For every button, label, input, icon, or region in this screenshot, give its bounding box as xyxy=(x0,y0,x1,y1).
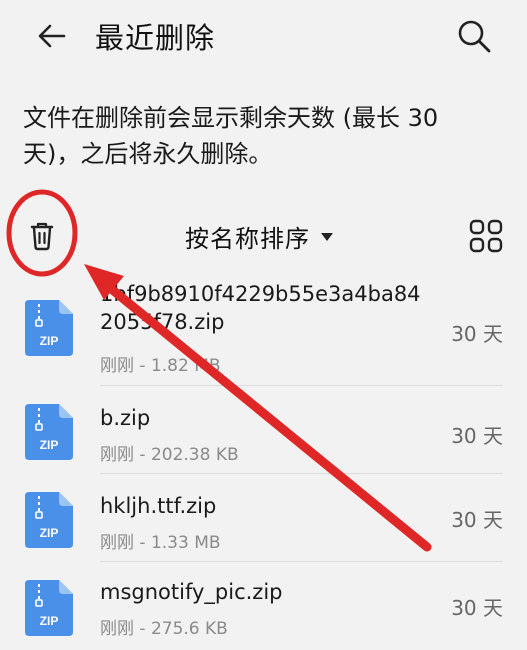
back-arrow-icon xyxy=(38,24,66,48)
list-toolbar: 按名称排序 xyxy=(0,200,527,272)
zip-file-icon: ZIP xyxy=(25,492,73,548)
file-row[interactable]: ZIP 1bf9b8910f4229b55e3a4ba842055f78.zip… xyxy=(0,276,527,386)
days-remaining: 30 天 xyxy=(451,424,503,448)
zip-file-icon: ZIP xyxy=(25,404,73,460)
file-name: b.zip xyxy=(100,406,151,430)
caret-down-icon xyxy=(321,233,333,241)
recently-deleted-screen: { "header": { "title": "最近删除", "back_ico… xyxy=(0,0,527,650)
file-type-label: ZIP xyxy=(40,614,59,628)
file-meta: 刚刚 - 1.33 MB xyxy=(100,533,221,553)
file-meta: 刚刚 - 202.38 KB xyxy=(100,445,239,465)
grid-view-icon xyxy=(469,219,503,253)
file-name: msgnotify_pic.zip xyxy=(100,580,283,604)
trash-icon xyxy=(30,222,54,251)
file-type-label: ZIP xyxy=(40,526,59,540)
back-button[interactable] xyxy=(30,14,74,58)
file-row[interactable]: ZIP hkljh.ttf.zip 刚刚 - 1.33 MB 30 天 xyxy=(0,474,527,562)
file-type-label: ZIP xyxy=(40,334,59,348)
page-title: 最近删除 xyxy=(95,21,216,55)
file-row[interactable]: ZIP b.zip 刚刚 - 202.38 KB 30 天 xyxy=(0,386,527,474)
file-meta: 刚刚 - 275.6 KB xyxy=(100,619,228,639)
days-remaining: 30 天 xyxy=(451,322,503,346)
deleted-file-list: ZIP 1bf9b8910f4229b55e3a4ba842055f78.zip… xyxy=(0,282,527,650)
search-icon xyxy=(458,20,491,53)
search-button[interactable] xyxy=(452,14,496,58)
zip-file-icon: ZIP xyxy=(25,580,73,636)
file-name: hkljh.ttf.zip xyxy=(100,494,217,518)
file-meta: 刚刚 - 1.82 MB xyxy=(100,356,221,376)
app-bar: 最近删除 xyxy=(0,0,527,72)
sort-label: 按名称排序 xyxy=(185,224,310,253)
file-type-label: ZIP xyxy=(40,438,59,452)
days-remaining: 30 天 xyxy=(451,508,503,532)
delete-all-button[interactable] xyxy=(20,214,64,258)
file-name: 1bf9b8910f4229b55e3a4ba842055f78.zip xyxy=(100,282,421,334)
days-remaining: 30 天 xyxy=(451,596,503,620)
grid-view-button[interactable] xyxy=(466,216,506,256)
zip-file-icon: ZIP xyxy=(25,300,73,356)
retention-notice: 文件在删除前会显示剩余天数 (最长 30 天)，之后将永久删除。 xyxy=(23,104,439,168)
file-row[interactable]: ZIP msgnotify_pic.zip 刚刚 - 275.6 KB 30 天 xyxy=(0,562,527,650)
sort-dropdown[interactable]: 按名称排序 xyxy=(185,218,334,254)
